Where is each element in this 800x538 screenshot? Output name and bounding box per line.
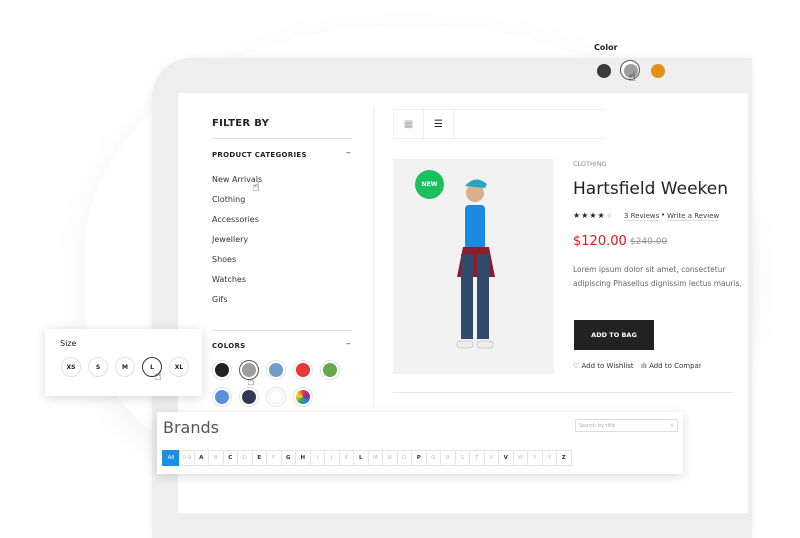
letter-filter-button[interactable]: V [498, 450, 514, 466]
size-option[interactable]: XS [61, 357, 81, 377]
hand-cursor-icon: ☝ [628, 70, 636, 85]
category-item[interactable]: New Arrivals [212, 175, 262, 184]
product-description: Lorem ipsum dolor sit amet, consectetur … [573, 265, 742, 288]
alphabet-filter: All 0-9 A B C D E F G H I J K L M N O P Q R S T U V W X Y Z [162, 450, 572, 466]
letter-filter-button[interactable]: All [162, 450, 180, 466]
letter-filter-button[interactable]: K [338, 450, 354, 466]
colors-title: COLORS [212, 342, 246, 350]
divider [212, 330, 352, 331]
size-option[interactable]: XL [169, 357, 189, 377]
letter-filter-button[interactable]: X [527, 450, 543, 466]
divider [373, 108, 374, 408]
heart-icon: ♡ [573, 362, 582, 370]
size-option[interactable]: S [88, 357, 108, 377]
filter-color-swatch[interactable] [296, 390, 310, 404]
price: $120.00 [573, 234, 627, 249]
letter-filter-button[interactable]: P [411, 450, 427, 466]
filter-color-swatch[interactable] [296, 363, 310, 377]
color-label: Color [594, 43, 618, 52]
bar-chart-icon: ılı [641, 362, 650, 370]
product-category[interactable]: CLOTHING [573, 160, 607, 168]
letter-filter-button[interactable]: 0-9 [179, 450, 195, 466]
size-option[interactable]: M [115, 357, 135, 377]
brands-title: Brands [163, 418, 219, 437]
list-view-icon[interactable]: ☰ [423, 109, 454, 139]
category-item[interactable]: Shoes [212, 255, 236, 264]
product-title: Hartsfield Weekend [573, 179, 728, 199]
grid-view-icon[interactable]: ▦ [393, 109, 424, 139]
color-swatch[interactable] [597, 64, 611, 78]
letter-filter-button[interactable]: T [469, 450, 485, 466]
search-icon: ⌕ [670, 421, 674, 429]
letter-filter-button[interactable]: S [454, 450, 470, 466]
letter-filter-button[interactable]: F [266, 450, 282, 466]
letter-filter-button[interactable]: I [309, 450, 325, 466]
old-price: $240.00 [630, 237, 668, 247]
letter-filter-button[interactable]: L [353, 450, 369, 466]
letter-filter-button[interactable]: Z [556, 450, 572, 466]
category-item[interactable]: Clothing [212, 195, 245, 204]
size-option[interactable]: L [142, 357, 162, 377]
letter-filter-button[interactable]: B [208, 450, 224, 466]
letter-filter-button[interactable]: A [193, 450, 209, 466]
letter-filter-button[interactable]: D [237, 450, 253, 466]
letter-filter-button[interactable]: U [483, 450, 499, 466]
size-label: Size [60, 339, 77, 348]
letter-filter-button[interactable]: R [440, 450, 456, 466]
collapse-categories-button[interactable]: – [346, 148, 351, 158]
letter-filter-button[interactable]: E [251, 450, 267, 466]
letter-filter-button[interactable]: W [512, 450, 528, 466]
filter-color-swatch[interactable] [323, 363, 337, 377]
new-badge: NEW [415, 170, 444, 199]
filter-color-swatch[interactable] [242, 363, 256, 377]
category-item[interactable]: Jewellery [212, 235, 248, 244]
category-item[interactable]: Gifs [212, 295, 227, 304]
letter-filter-button[interactable]: H [295, 450, 311, 466]
divider [393, 392, 733, 393]
letter-filter-button[interactable]: G [280, 450, 296, 466]
letter-filter-button[interactable]: Q [425, 450, 441, 466]
category-item[interactable]: Watches [212, 275, 246, 284]
divider [212, 138, 352, 139]
color-swatch[interactable] [651, 64, 665, 78]
letter-filter-button[interactable]: Y [541, 450, 557, 466]
letter-filter-button[interactable]: M [367, 450, 383, 466]
letter-filter-button[interactable]: O [396, 450, 412, 466]
collapse-colors-button[interactable]: – [346, 339, 351, 349]
rating-stars: ★★★★★ [573, 211, 614, 220]
reviews-link[interactable]: 3 Reviews [624, 212, 660, 221]
brand-search-input[interactable]: Search by title ⌕ [575, 419, 678, 432]
filter-color-swatch[interactable] [215, 363, 229, 377]
filter-color-swatch[interactable] [269, 363, 283, 377]
filter-color-swatch[interactable] [269, 390, 283, 404]
categories-title: PRODUCT CATEGORIES [212, 151, 307, 159]
letter-filter-button[interactable]: N [382, 450, 398, 466]
letter-filter-button[interactable]: C [222, 450, 238, 466]
wishlist-button[interactable]: ♡ Add to Wishlist [573, 362, 634, 370]
category-item[interactable]: Accessories [212, 215, 259, 224]
compare-button[interactable]: ılı Add to Compare [641, 362, 701, 370]
filter-title: FILTER BY [212, 118, 270, 129]
letter-filter-button[interactable]: J [324, 450, 340, 466]
write-review-link[interactable]: Write a Review [667, 212, 720, 221]
filter-color-swatch[interactable] [215, 390, 229, 404]
filter-color-swatch[interactable] [242, 390, 256, 404]
add-to-bag-button[interactable]: ADD TO BAG [574, 320, 654, 350]
